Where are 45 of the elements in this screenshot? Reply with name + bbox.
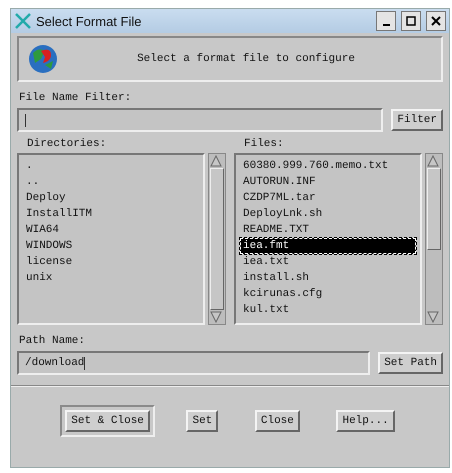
- list-item[interactable]: WINDOWS: [23, 238, 199, 254]
- header-message: Select a format file to configure: [136, 53, 356, 65]
- x-logo-icon: [14, 12, 32, 30]
- list-item[interactable]: CZDP7ML.tar: [240, 190, 416, 206]
- maximize-icon: [406, 16, 416, 26]
- dialog-button[interactable]: Set & Close: [65, 410, 150, 432]
- list-item[interactable]: 60380.999.760.memo.txt: [240, 158, 416, 174]
- filter-label: File Name Filter:: [19, 92, 132, 104]
- list-item[interactable]: license: [23, 254, 199, 270]
- list-item[interactable]: InstallITM: [23, 206, 199, 222]
- minimize-button[interactable]: [376, 11, 396, 31]
- files-list[interactable]: 60380.999.760.memo.txt AUTORUN.INF CZDP7ML.tar DeployLnk.sh README.TXT iea.fmt iea.txt install.sh kcirunas.cfg kul.txt: [234, 153, 422, 325]
- list-item[interactable]: Deploy: [23, 190, 199, 206]
- close-button[interactable]: [426, 11, 446, 31]
- minimize-icon: [382, 24, 390, 26]
- list-item[interactable]: unix: [23, 270, 199, 286]
- dialog-button[interactable]: Close: [254, 410, 300, 432]
- scroll-down-icon[interactable]: [426, 310, 440, 324]
- dialog-button[interactable]: Help...: [336, 410, 395, 432]
- path-label: Path Name:: [19, 335, 86, 347]
- globe-icon: [27, 43, 59, 75]
- list-item[interactable]: AUTORUN.INF: [240, 174, 416, 190]
- filter-button[interactable]: Filter: [391, 109, 443, 131]
- dialog-button[interactable]: Set: [186, 410, 218, 432]
- close-icon: [431, 16, 441, 26]
- scrollbar[interactable]: [425, 153, 443, 325]
- list-item[interactable]: kul.txt: [240, 302, 416, 318]
- list-item[interactable]: README.TXT: [240, 222, 416, 238]
- list-item[interactable]: .: [23, 158, 199, 174]
- scrollbar[interactable]: [208, 153, 226, 325]
- list-item[interactable]: WIA64: [23, 222, 199, 238]
- list-item[interactable]: install.sh: [240, 270, 416, 286]
- set-path-button[interactable]: Set Path: [378, 352, 443, 374]
- window-title: Select Format File: [36, 14, 142, 28]
- directories-list[interactable]: . .. Deploy InstallITM WIA64 WINDOWS license unix: [17, 153, 205, 325]
- list-item[interactable]: iea.txt: [240, 254, 416, 270]
- filter-field[interactable]: [17, 108, 384, 132]
- list-item[interactable]: ..: [23, 174, 199, 190]
- path-field[interactable]: /download: [17, 351, 370, 375]
- maximize-button[interactable]: [401, 11, 421, 31]
- list-item[interactable]: iea.fmt: [240, 238, 416, 254]
- list-item[interactable]: DeployLnk.sh: [240, 206, 416, 222]
- list-label: Directories:: [27, 138, 108, 150]
- list-item[interactable]: kcirunas.cfg: [240, 286, 416, 302]
- list-label: Files:: [244, 138, 285, 150]
